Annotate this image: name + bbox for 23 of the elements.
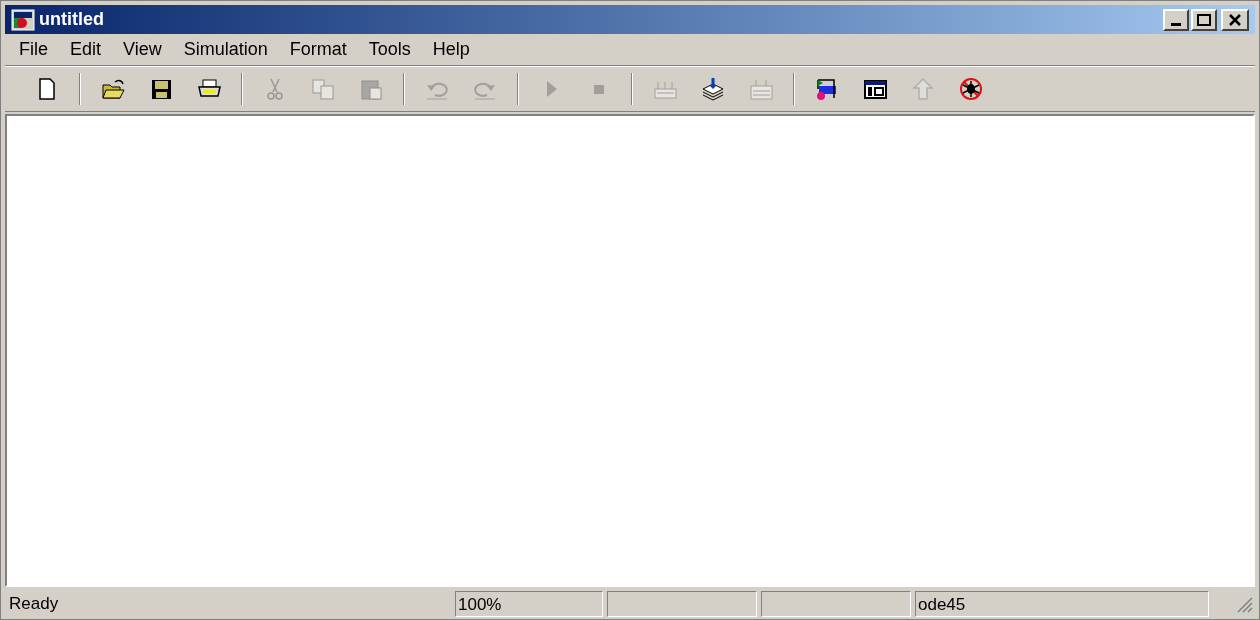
maximize-icon [1197, 13, 1211, 26]
menu-item[interactable]: Format [279, 36, 357, 63]
solver-name: ode45 [915, 590, 1209, 617]
zoom-level: 100% [455, 590, 603, 617]
close-icon [1228, 13, 1242, 26]
status-message: Ready [8, 592, 60, 615]
menu-item[interactable]: Simulation [173, 36, 278, 63]
menu-item[interactable]: Edit [60, 36, 112, 63]
bug-icon [958, 76, 984, 102]
menu-item[interactable]: File [9, 36, 58, 63]
window-title: untitled [39, 8, 104, 31]
resize-grip-icon[interactable] [1235, 594, 1253, 613]
menu-item[interactable]: View [113, 36, 172, 63]
minimize-button[interactable] [1163, 8, 1189, 31]
minimize-icon [1171, 22, 1181, 26]
close-button[interactable] [1221, 8, 1249, 31]
maximize-button[interactable] [1191, 8, 1217, 31]
up-arrow-icon [910, 76, 936, 102]
app-icon [11, 8, 35, 31]
stacked-layers-icon [700, 76, 726, 102]
menu-item[interactable]: Help [422, 36, 480, 63]
menu-item[interactable]: Tools [358, 36, 421, 63]
copy-icon [310, 76, 336, 102]
